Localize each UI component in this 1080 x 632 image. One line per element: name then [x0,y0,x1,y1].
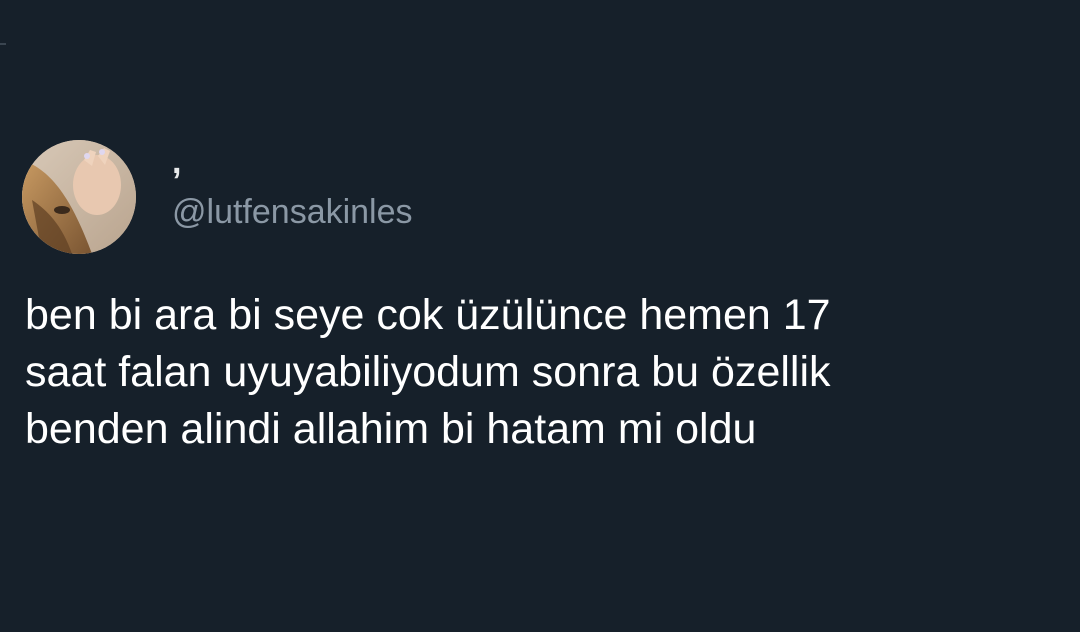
display-name[interactable]: , [172,142,181,182]
avatar[interactable] [22,140,136,254]
avatar-image [22,140,136,254]
edge-divider [0,43,6,45]
tweet-text-line: saat falan uyuyabiliyodum sonra bu özell… [25,348,831,396]
user-handle[interactable]: @lutfensakinles [172,192,413,232]
tweet-text-line: ben bi ara bi seye cok üzülünce hemen 17 [25,291,831,339]
tweet-text-line: benden alindi allahim bi hatam mi oldu [25,405,757,453]
tweet-card: , @lutfensakinles ben bi ara bi seye cok… [0,0,1080,632]
tweet-text: ben bi ara bi seye cok üzülünce hemen 17… [25,287,1065,458]
